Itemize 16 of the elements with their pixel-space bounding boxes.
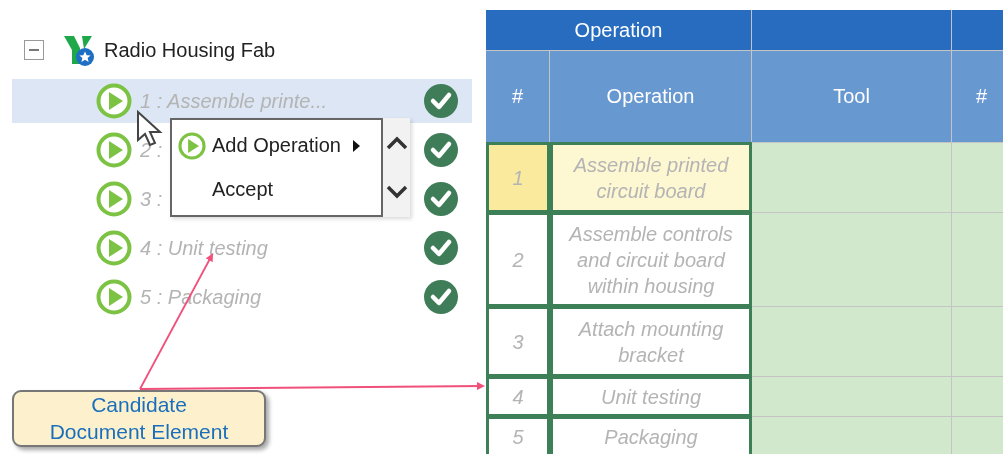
table-cell: 2 [486,212,550,307]
column-header: # [486,51,550,143]
table-cell: 3 [486,306,550,377]
table-cell: Assemble controls and circuit board within housing [550,212,752,307]
group-header: Operation [486,10,752,51]
table-cell: Packaging [550,416,752,454]
column-header: # [952,51,1003,143]
table-cell: Assemble printed circuit board [550,142,752,213]
column-header: Tool [752,51,952,143]
column-header: Operation [550,51,752,143]
table-cell: 1 [486,142,550,213]
callout-text: Candidate Document Element [49,392,229,445]
table-cell: Attach mounting bracket [550,306,752,377]
table-cell: 5 [486,416,550,454]
table-cell: Unit testing [550,376,752,417]
table-cell: 4 [486,376,550,417]
